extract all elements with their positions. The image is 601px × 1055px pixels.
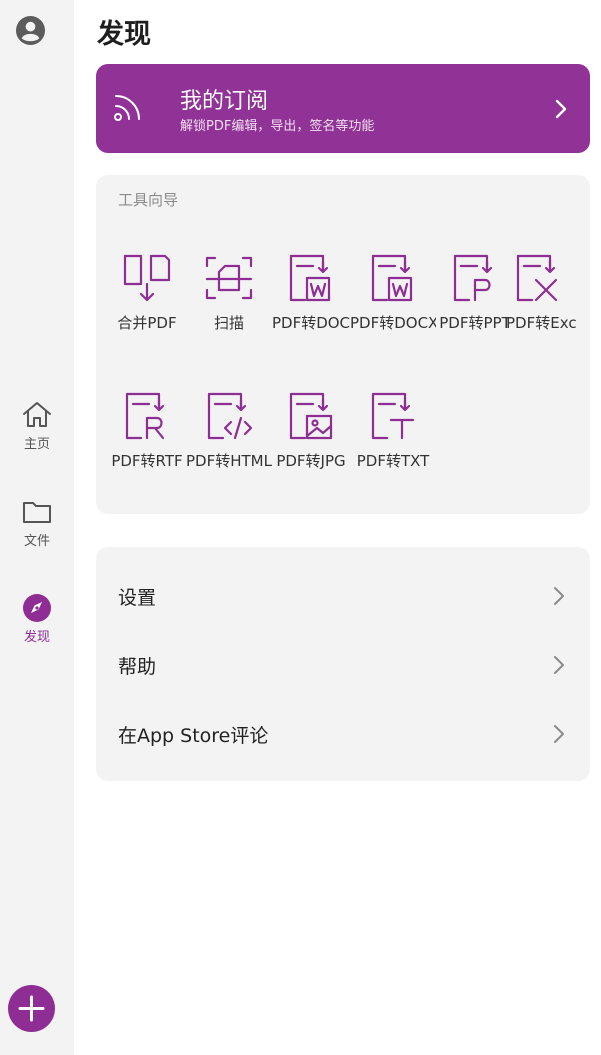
home-icon [23,402,51,427]
pdf-to-excel-icon [516,254,558,302]
subscription-title: 我的订阅 [180,89,269,114]
menu-item-label: 在App Store评论 [118,725,269,747]
menu-item-settings[interactable]: 设置 [96,567,590,625]
tool-pdf-to-jpg[interactable]: PDF转JPG [268,390,354,471]
menu-item-review[interactable]: 在App Store评论 [96,705,590,763]
settings-menu: 设置 帮助 在App Store评论 [96,547,590,781]
tool-pdf-to-excel[interactable]: PDF转Exc [506,252,590,333]
page-title: 发现 [97,19,151,50]
nav-files-label: 文件 [23,534,50,549]
pdf-to-docx-icon [371,254,413,302]
folder-icon [23,502,51,523]
tool-pdf-to-txt[interactable]: PDF转TXT [350,390,436,471]
account-icon[interactable] [15,15,46,46]
merge-pdf-icon [123,254,171,302]
tool-pdf-to-doc[interactable]: PDF转DOC [268,252,354,333]
tool-pdf-to-html[interactable]: PDF转HTML [186,390,272,471]
tool-label: PDF转JPG [276,452,346,470]
pdf-to-rtf-icon [125,392,165,440]
tool-label: 扫描 [213,314,244,332]
chevron-right-icon [554,725,564,743]
nav-files[interactable]: 文件 [0,496,74,549]
tool-label: PDF转Exc [506,314,577,332]
tool-label: PDF转HTML [186,452,272,470]
tool-label: PDF转RTF [111,452,183,470]
chevron-right-icon [554,656,564,674]
rss-icon [114,95,140,121]
nav-home-label: 主页 [23,437,50,452]
tool-merge-pdf[interactable]: 合并PDF [104,252,190,333]
tool-label: 合并PDF [117,314,177,332]
chevron-right-icon [554,587,564,605]
chevron-right-icon [555,99,567,119]
subscription-description: 解锁PDF编辑，导出，签名等功能 [180,119,375,134]
compass-icon [23,594,51,622]
nav-discover[interactable]: 发现 [0,592,74,645]
tool-label: PDF转TXT [356,452,430,470]
tool-scan[interactable]: 扫描 [186,252,272,333]
menu-item-label: 设置 [118,587,157,609]
tool-pdf-to-rtf[interactable]: PDF转RTF [104,390,190,471]
tools-header: 工具向导 [118,191,179,209]
nav-rail: 主页 文件 发现 [0,0,74,1055]
pdf-to-jpg-icon [289,392,333,440]
pdf-to-html-icon [207,392,253,440]
pdf-to-ppt-icon [453,254,493,302]
scan-icon [205,256,253,300]
tools-card: 工具向导 合并PDF 扫描 PDF转DOC PDF转DOCX PDF转PPT P… [96,175,590,514]
subscription-card[interactable]: 我的订阅 解锁PDF编辑，导出，签名等功能 [96,64,590,153]
pdf-to-txt-icon [371,392,415,440]
add-button[interactable] [8,985,55,1032]
menu-item-help[interactable]: 帮助 [96,636,590,694]
nav-home[interactable]: 主页 [0,399,74,452]
pdf-to-doc-icon [289,254,331,302]
plus-icon [18,995,45,1022]
menu-item-label: 帮助 [118,656,157,678]
tool-pdf-to-docx[interactable]: PDF转DOCX [350,252,436,333]
tool-label: PDF转DOC [271,314,351,332]
tool-label: PDF转DOCX [350,314,436,332]
nav-discover-label: 发现 [23,630,50,645]
